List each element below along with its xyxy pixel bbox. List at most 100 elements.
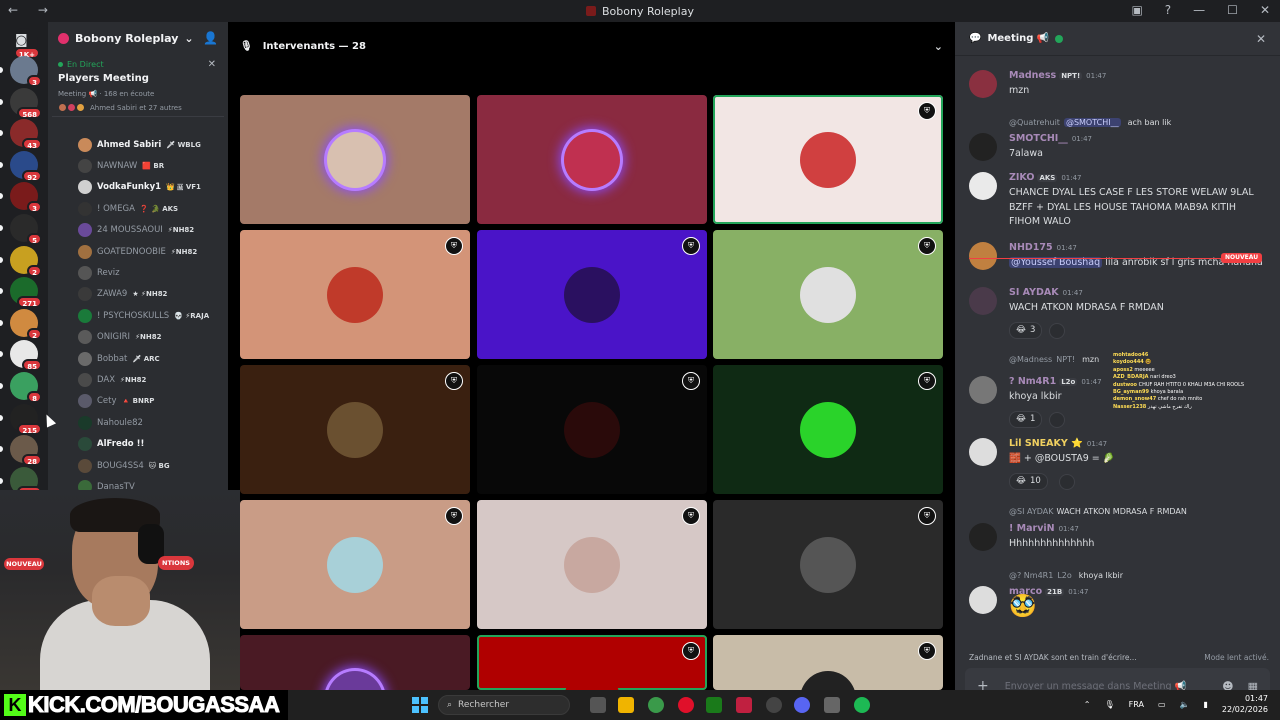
microphone-icon[interactable]: 🎙 — [1104, 700, 1114, 709]
user-avatar[interactable] — [969, 242, 997, 270]
user-avatar[interactable] — [969, 70, 997, 98]
app-a-icon[interactable] — [736, 697, 752, 713]
reaction[interactable]: 😂 10 — [1009, 472, 1048, 490]
chevron-up-icon[interactable]: ⌃ — [1084, 700, 1091, 709]
voice-member[interactable]: VodkaFunky1 👑 🇲 VF1 — [48, 177, 228, 198]
battery-icon[interactable]: ▮ — [1203, 700, 1207, 709]
reply-preview[interactable]: @? Nm4R1 L2o khoya lkbir — [1009, 571, 1123, 580]
voice-member[interactable]: Ahmed Sabiri 🗡 WBLG — [48, 134, 228, 155]
server-icon[interactable]: 43 — [10, 119, 42, 151]
add-reaction-icon[interactable] — [1049, 411, 1065, 428]
voice-member[interactable]: ZAWA9 ★ ⚡NH82 — [48, 284, 228, 305]
username[interactable]: SMOTCHI__ — [1009, 133, 1068, 144]
speaker-tile[interactable]: ⛨ — [240, 365, 470, 494]
server-icon[interactable]: 85 — [10, 340, 42, 372]
server-icon[interactable]: 8 — [10, 372, 42, 403]
voice-member[interactable]: Nahoule82 — [48, 412, 228, 433]
speaker-tile[interactable]: ⛨ — [477, 365, 707, 494]
voice-member[interactable]: AlFredo !! — [48, 433, 228, 454]
discord-icon[interactable] — [794, 697, 810, 713]
speaker-tile[interactable]: ⛨ — [240, 230, 470, 359]
user-avatar[interactable] — [969, 172, 997, 200]
reply-preview[interactable]: @SI AYDAK WACH ATKON MDRASA F RMDAN — [1009, 507, 1187, 516]
add-reaction-icon[interactable] — [1059, 473, 1075, 490]
close-button[interactable]: ✕ — [1260, 3, 1270, 17]
server-icon[interactable]: 568 — [10, 87, 42, 119]
help-icon[interactable]: ? — [1165, 3, 1171, 17]
voice-member[interactable]: NAWNAW 🟥 BR — [48, 155, 228, 176]
server-icon[interactable]: 3 — [10, 56, 42, 87]
username[interactable]: SI AYDAK — [1009, 287, 1059, 298]
speaker-tile[interactable]: ⛨ — [713, 230, 943, 359]
voice-member[interactable]: ONIGIRI ⚡NH82 — [48, 327, 228, 348]
reaction[interactable]: 😂 1 — [1009, 410, 1043, 428]
mentions-badge[interactable]: NTIONS — [158, 556, 194, 570]
home-discord-icon[interactable]: ◙ 1K+ — [10, 28, 40, 59]
voice-member[interactable]: 24 MOUSSAOUI ⚡NH82 — [48, 220, 228, 241]
speaker-tile[interactable]: ⛨ — [240, 500, 470, 629]
add-member-icon[interactable]: 👤 — [203, 31, 218, 45]
app-box-icon[interactable] — [824, 697, 840, 713]
speaker-tile[interactable] — [477, 95, 707, 224]
add-reaction-icon[interactable] — [1049, 322, 1065, 339]
language-indicator[interactable]: FRA — [1129, 700, 1144, 709]
server-icon[interactable]: 5 — [10, 214, 42, 245]
chevron-down-icon[interactable]: ⌄ — [934, 40, 943, 53]
speaker-tile[interactable] — [240, 635, 470, 690]
clock[interactable]: 01:47 22/02/2026 — [1222, 693, 1268, 715]
user-avatar[interactable] — [969, 287, 997, 315]
speaker-tile[interactable] — [240, 95, 470, 224]
username[interactable]: ! MarviN — [1009, 523, 1055, 534]
server-icon[interactable]: 92 — [10, 150, 42, 182]
user-avatar[interactable] — [969, 438, 997, 466]
user-avatar[interactable] — [969, 586, 997, 614]
reply-preview[interactable]: @Quatrehuit @SMOTCHI__ ach ban lik — [1009, 118, 1171, 127]
speaker-tile[interactable]: ⛨ — [713, 635, 943, 690]
speaker-tile[interactable]: ⛨ — [713, 95, 943, 224]
reply-preview[interactable]: @Madness NPT! mzn — [1009, 355, 1099, 364]
voice-member[interactable]: ! PSYCHOSKULLS 💀 ⚡RAJA — [48, 305, 228, 326]
voice-member[interactable]: DAX ⚡NH82 — [48, 369, 228, 390]
speaker-tile[interactable]: ⛨ — [713, 365, 943, 494]
maximize-button[interactable]: ☐ — [1227, 3, 1238, 17]
username[interactable]: ? Nm4R1 — [1009, 376, 1056, 387]
username[interactable]: Madness — [1009, 70, 1056, 81]
user-avatar[interactable] — [969, 376, 997, 404]
obs-icon[interactable] — [766, 697, 782, 713]
network-icon[interactable]: ▭ — [1158, 700, 1166, 709]
inbox-icon[interactable]: ▣ — [1131, 3, 1142, 17]
volume-icon[interactable]: 🔈 — [1180, 700, 1190, 709]
windows-start-icon[interactable] — [412, 697, 428, 713]
server-icon[interactable]: 28 — [10, 435, 42, 467]
chrome-icon[interactable] — [648, 697, 664, 713]
stage-header[interactable]: 🎙 Intervenants — 28 ⌄ — [228, 22, 955, 70]
speaker-tile[interactable]: ⛨ — [477, 500, 707, 629]
back-forward-icon[interactable]: ← → — [8, 3, 56, 17]
voice-member[interactable]: Cety 🔺 BNRP — [48, 391, 228, 412]
live-event-card[interactable]: En Direct Players Meeting Meeting 📢 · 16… — [52, 56, 224, 117]
server-icon[interactable]: 215 — [10, 403, 42, 435]
speaker-tile[interactable]: ⛨ — [477, 635, 707, 690]
minimize-button[interactable]: — — [1193, 3, 1205, 17]
voice-member[interactable]: GOATEDNOOBIE ⚡NH82 — [48, 241, 228, 262]
taskbar-search[interactable]: ⌕ Rechercher — [438, 695, 570, 715]
username[interactable]: NHD175 — [1009, 242, 1053, 253]
username[interactable]: Lil SNEAKY ⭐ — [1009, 438, 1083, 449]
user-avatar[interactable] — [969, 523, 997, 551]
username[interactable]: ZIKO — [1009, 172, 1034, 183]
close-event-icon[interactable]: ✕ — [208, 59, 216, 70]
voice-member[interactable]: ! OMEGA ❓ 🐊 AKS — [48, 198, 228, 219]
task-view-icon[interactable] — [590, 697, 606, 713]
close-chat-icon[interactable]: ✕ — [1256, 32, 1266, 46]
voice-member[interactable]: Bobbat 🗡 ARC — [48, 348, 228, 369]
voice-member[interactable]: BOUG4SS4 🐱 BG — [48, 455, 228, 476]
file-explorer-icon[interactable] — [618, 697, 634, 713]
spotify-icon[interactable] — [854, 697, 870, 713]
server-icon[interactable]: 2 — [10, 245, 42, 277]
server-icon[interactable]: 271 — [10, 277, 42, 309]
server-icon[interactable]: 3 — [10, 182, 42, 214]
opera-icon[interactable] — [678, 697, 694, 713]
terminal-icon[interactable] — [706, 697, 722, 713]
speaker-tile[interactable]: ⛨ — [713, 500, 943, 629]
user-avatar[interactable] — [969, 133, 997, 161]
